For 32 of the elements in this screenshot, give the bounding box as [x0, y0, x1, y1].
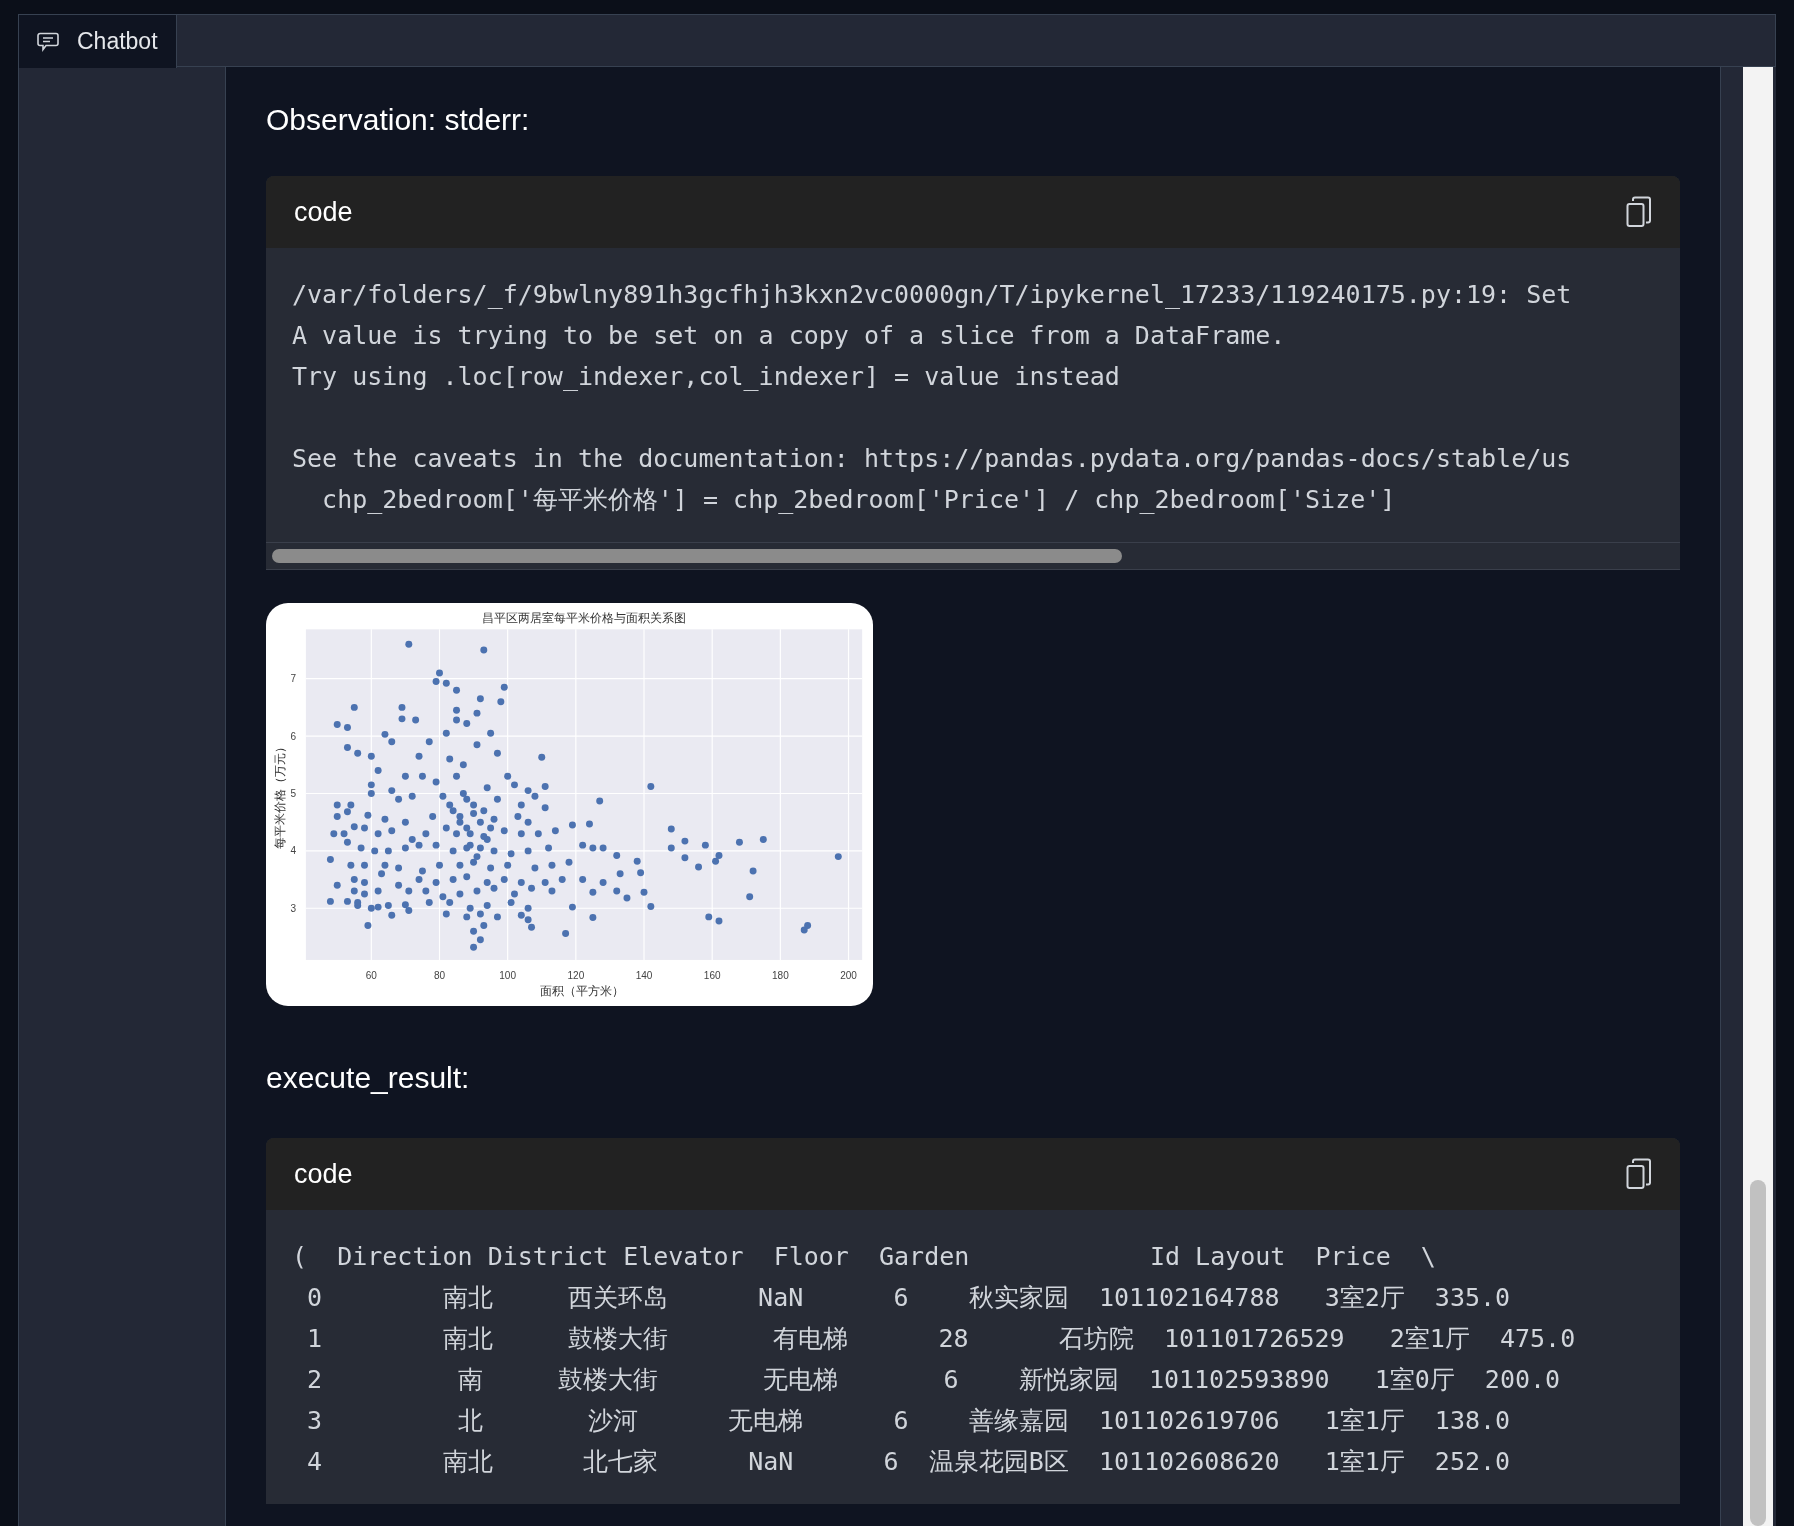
code-line: 4 南北 北七家 NaN 6 温泉花园B区 101102608620 1室1厅 252.0 — [306, 1446, 1511, 1478]
code-line: 1 南北 鼓楼大街 有电梯 28 石坊院 101101726529 2室1厅 475.0 — [306, 1323, 1576, 1355]
code-label: code — [294, 195, 353, 229]
code-line: /var/folders/_f/9bwlny891h3gcfhjh3kxn2vc0000gn/T/ipykernel_17233/119240175.py:19: Set — [292, 279, 1572, 311]
y-tick-label: 3 — [290, 902, 297, 914]
code-line: ( Direction District Elevator Floor Garden Id Layout Price \ — [292, 1241, 1436, 1273]
y-axis-label: 每平米价格（万元） — [272, 740, 286, 849]
code-line: 2 南 鼓楼大街 无电梯 6 新悦家园 101102593890 1室0厅 200.0 — [306, 1364, 1561, 1396]
x-tick-label: 60 — [365, 970, 377, 982]
y-tick-label: 5 — [290, 787, 297, 799]
section-heading: execute_result: — [266, 1060, 470, 1096]
code-line: 3 北 沙河 无电梯 6 善缘嘉园 101102619706 1室1厅 138.0 — [306, 1405, 1511, 1437]
code-line: chp_2bedroom['每平米价格'] = chp_2bedroom['Price'] / chp_2bedroom['Size'] — [321, 484, 1396, 516]
x-axis-label: 面积（平方米） — [539, 983, 624, 997]
y-tick-label: 4 — [290, 845, 297, 857]
x-tick-label: 120 — [567, 970, 585, 982]
chatbot-tab[interactable]: Chatbot — [19, 15, 177, 68]
x-tick-label: 160 — [703, 970, 721, 982]
x-tick-label: 80 — [433, 970, 446, 982]
x-tick-label: 100 — [499, 970, 517, 982]
y-tick-label: 6 — [290, 730, 297, 742]
code-line: See the caveats in the documentation: https://pandas.pydata.org/pandas-docs/stable/us — [292, 443, 1572, 475]
x-tick-label: 140 — [635, 970, 653, 982]
x-tick-label: 180 — [771, 970, 789, 982]
code-line: Try using .loc[row_indexer,col_indexer] = value instead — [292, 361, 1120, 393]
code-line: A value is trying to be set on a copy of a slice from a DataFrame. — [292, 320, 1286, 352]
section-heading: Observation: stderr: — [266, 102, 530, 138]
code-label: code — [294, 1157, 353, 1191]
x-tick-label: 200 — [840, 970, 857, 982]
y-tick-label: 7 — [290, 673, 297, 685]
chart-title: 昌平区两居室每平米价格与面积关系图 — [482, 611, 687, 625]
code-line: 0 南北 西关环岛 NaN 6 秋实家园 101102164788 3室2厅 335.0 — [306, 1282, 1511, 1314]
